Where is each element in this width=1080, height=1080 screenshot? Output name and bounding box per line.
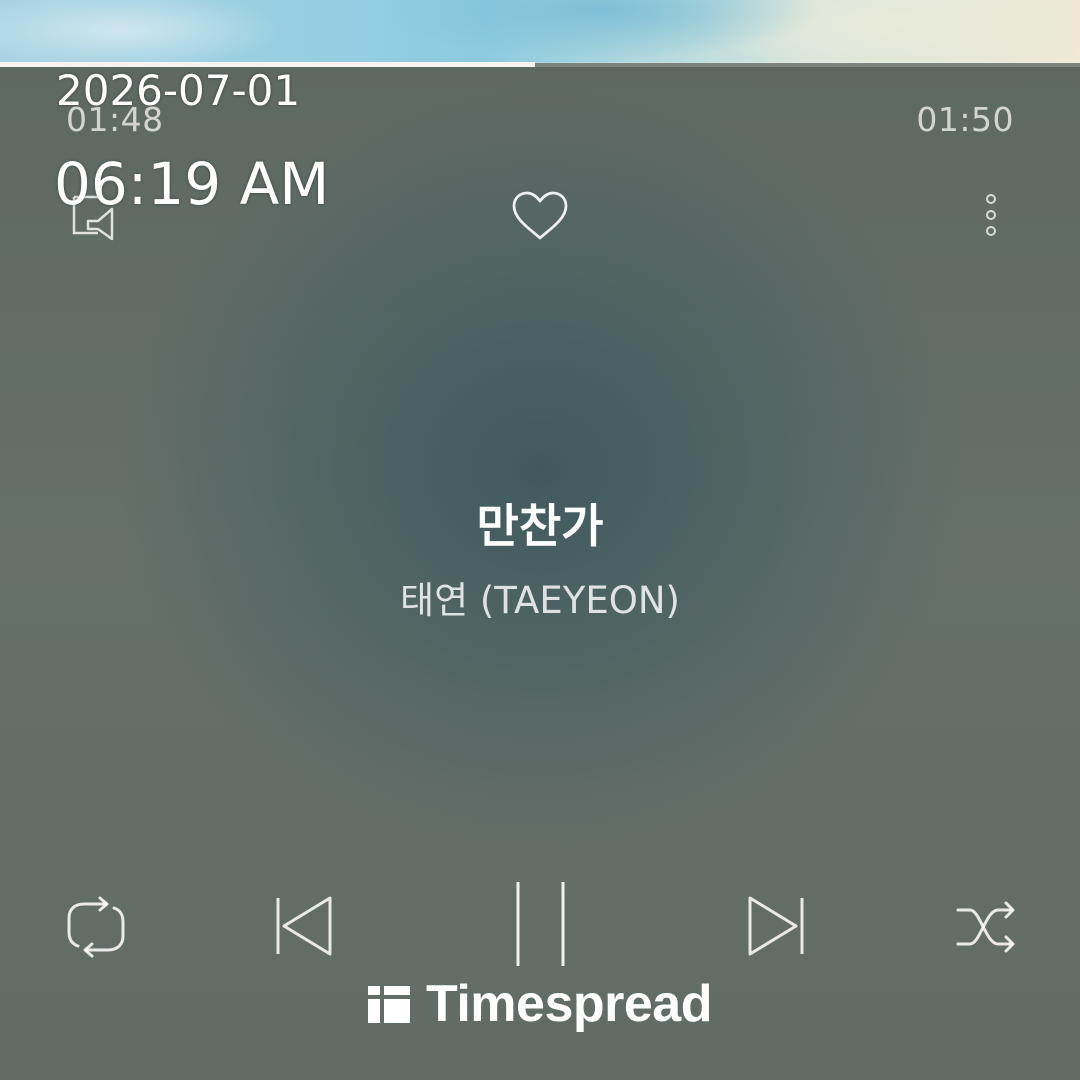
next-icon <box>748 896 804 956</box>
heart-icon <box>512 191 568 240</box>
timespread-logo-icon <box>368 986 411 1023</box>
shuffle-icon <box>956 901 1015 953</box>
next-button[interactable] <box>744 894 808 958</box>
watermark-text: Timespread <box>426 975 712 1033</box>
track-title: 만찬가 <box>476 499 604 553</box>
repeat-icon <box>67 896 125 958</box>
shuffle-button[interactable] <box>956 898 1018 956</box>
favorite-button[interactable] <box>510 190 570 242</box>
overlay-clock: 06:19 AM <box>54 150 330 218</box>
album-art-banner <box>0 0 1080 63</box>
more-vertical-icon <box>986 194 996 236</box>
total-time: 01:50 <box>916 100 1014 139</box>
overlay-date: 2026-07-01 <box>56 66 301 115</box>
previous-icon <box>276 896 332 956</box>
track-artist[interactable]: 태연 (TAEYEON) <box>0 570 1080 624</box>
pause-icon <box>516 882 565 966</box>
timespread-watermark: Timespread <box>0 974 1080 1034</box>
pause-button[interactable] <box>508 878 572 970</box>
repeat-button[interactable] <box>64 896 128 958</box>
previous-button[interactable] <box>272 894 336 958</box>
more-options-button[interactable] <box>978 192 1004 240</box>
